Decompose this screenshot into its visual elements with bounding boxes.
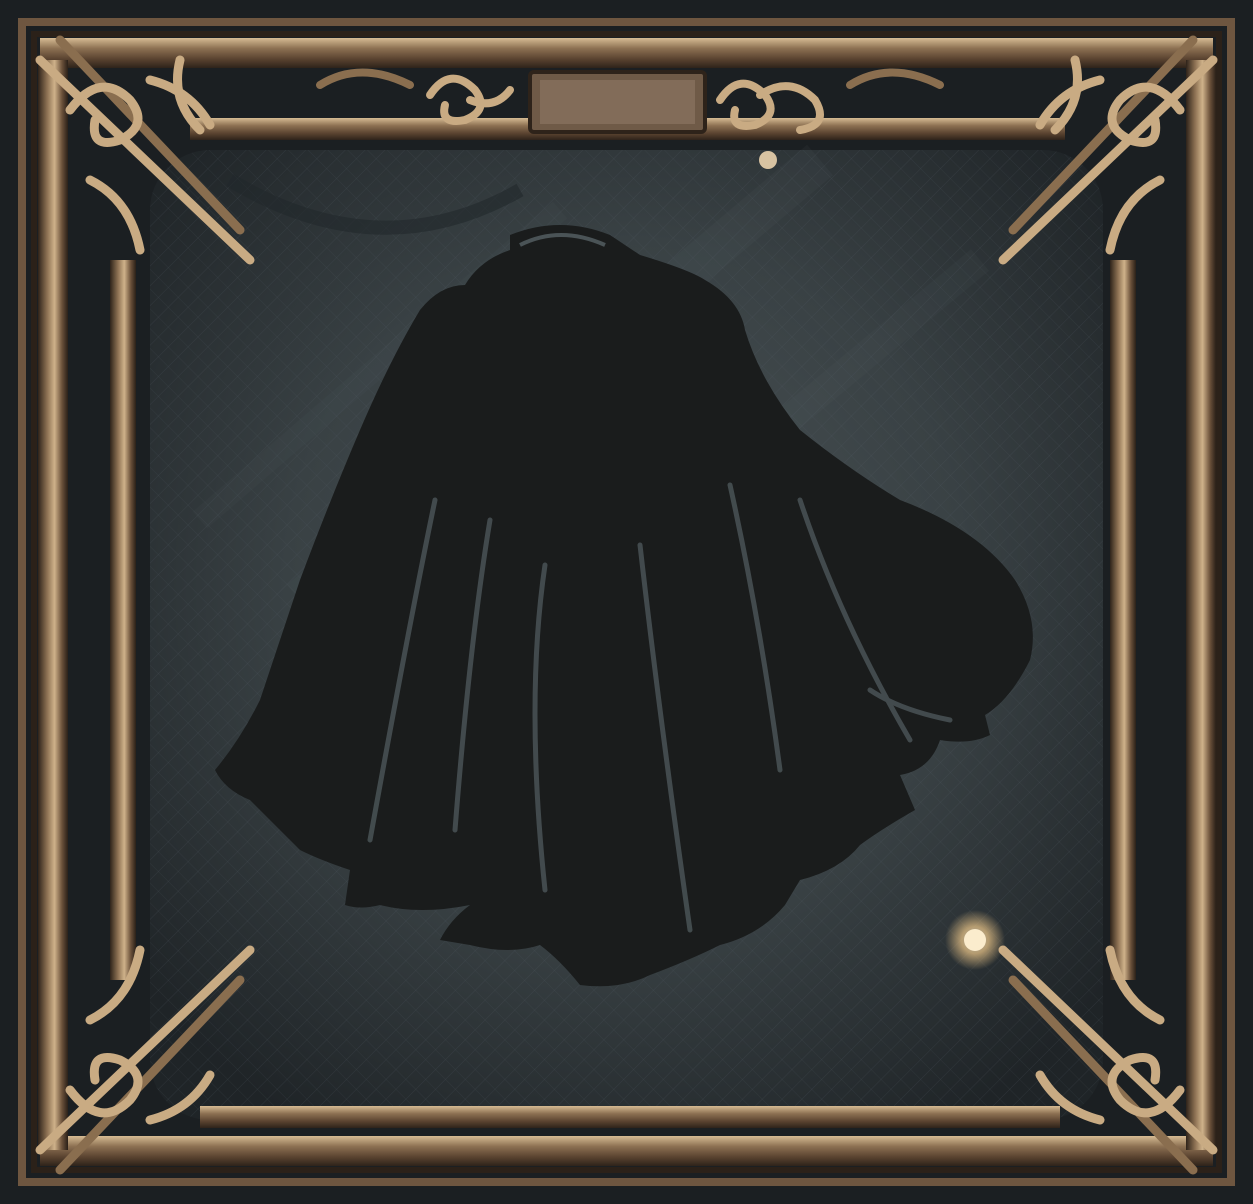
slot-graphic (0, 0, 1253, 1204)
cloak-equipment-slot[interactable] (0, 0, 1253, 1204)
gem-stud-icon (759, 151, 777, 169)
glow-stud-icon (945, 910, 1005, 970)
